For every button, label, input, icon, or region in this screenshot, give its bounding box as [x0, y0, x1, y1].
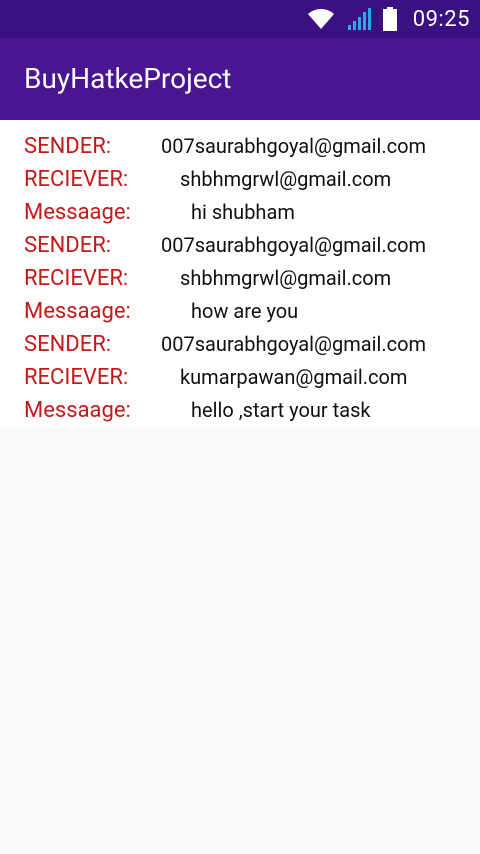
receiver-row: RECIEVER: shbhmgrwl@gmail.com: [0, 262, 480, 295]
sender-row: SENDER: 007saurabhgoyal@gmail.com: [0, 130, 480, 163]
sender-row: SENDER: 007saurabhgoyal@gmail.com: [0, 229, 480, 262]
receiver-value: kumarpawan@gmail.com: [180, 365, 408, 389]
message-value: hi shubham: [191, 200, 295, 224]
receiver-row: RECIEVER: shbhmgrwl@gmail.com: [0, 163, 480, 196]
app-bar: BuyHatkeProject: [0, 38, 480, 120]
sender-value: 007saurabhgoyal@gmail.com: [161, 233, 427, 257]
message-row: Messaage: hello ,start your task: [0, 394, 480, 427]
status-time: 09:25: [412, 6, 470, 32]
message-label: Messaage:: [24, 398, 131, 423]
signal-icon: [347, 7, 371, 31]
receiver-value: shbhmgrwl@gmail.com: [180, 266, 392, 290]
status-bar: 09:25: [0, 0, 480, 38]
message-list[interactable]: SENDER: 007saurabhgoyal@gmail.com RECIEV…: [0, 130, 480, 427]
battery-icon: [382, 7, 397, 31]
status-icons: 09:25: [307, 0, 470, 38]
sender-value: 007saurabhgoyal@gmail.com: [161, 332, 427, 356]
receiver-label: RECIEVER:: [24, 167, 129, 192]
message-value: hello ,start your task: [191, 398, 371, 422]
message-label: Messaage:: [24, 299, 131, 324]
receiver-label: RECIEVER:: [24, 365, 129, 390]
wifi-icon: [307, 8, 335, 30]
sender-label: SENDER:: [24, 332, 112, 357]
message-value: how are you: [191, 299, 299, 323]
sender-label: SENDER:: [24, 233, 112, 258]
message-label: Messaage:: [24, 200, 131, 225]
message-row: Messaage: how are you: [0, 295, 480, 328]
receiver-label: RECIEVER:: [24, 266, 129, 291]
sender-value: 007saurabhgoyal@gmail.com: [161, 134, 427, 158]
app-title: BuyHatkeProject: [24, 62, 232, 95]
sender-row: SENDER: 007saurabhgoyal@gmail.com: [0, 328, 480, 361]
sender-label: SENDER:: [24, 134, 112, 159]
message-row: Messaage: hi shubham: [0, 196, 480, 229]
receiver-value: shbhmgrwl@gmail.com: [180, 167, 392, 191]
receiver-row: RECIEVER: kumarpawan@gmail.com: [0, 361, 480, 394]
